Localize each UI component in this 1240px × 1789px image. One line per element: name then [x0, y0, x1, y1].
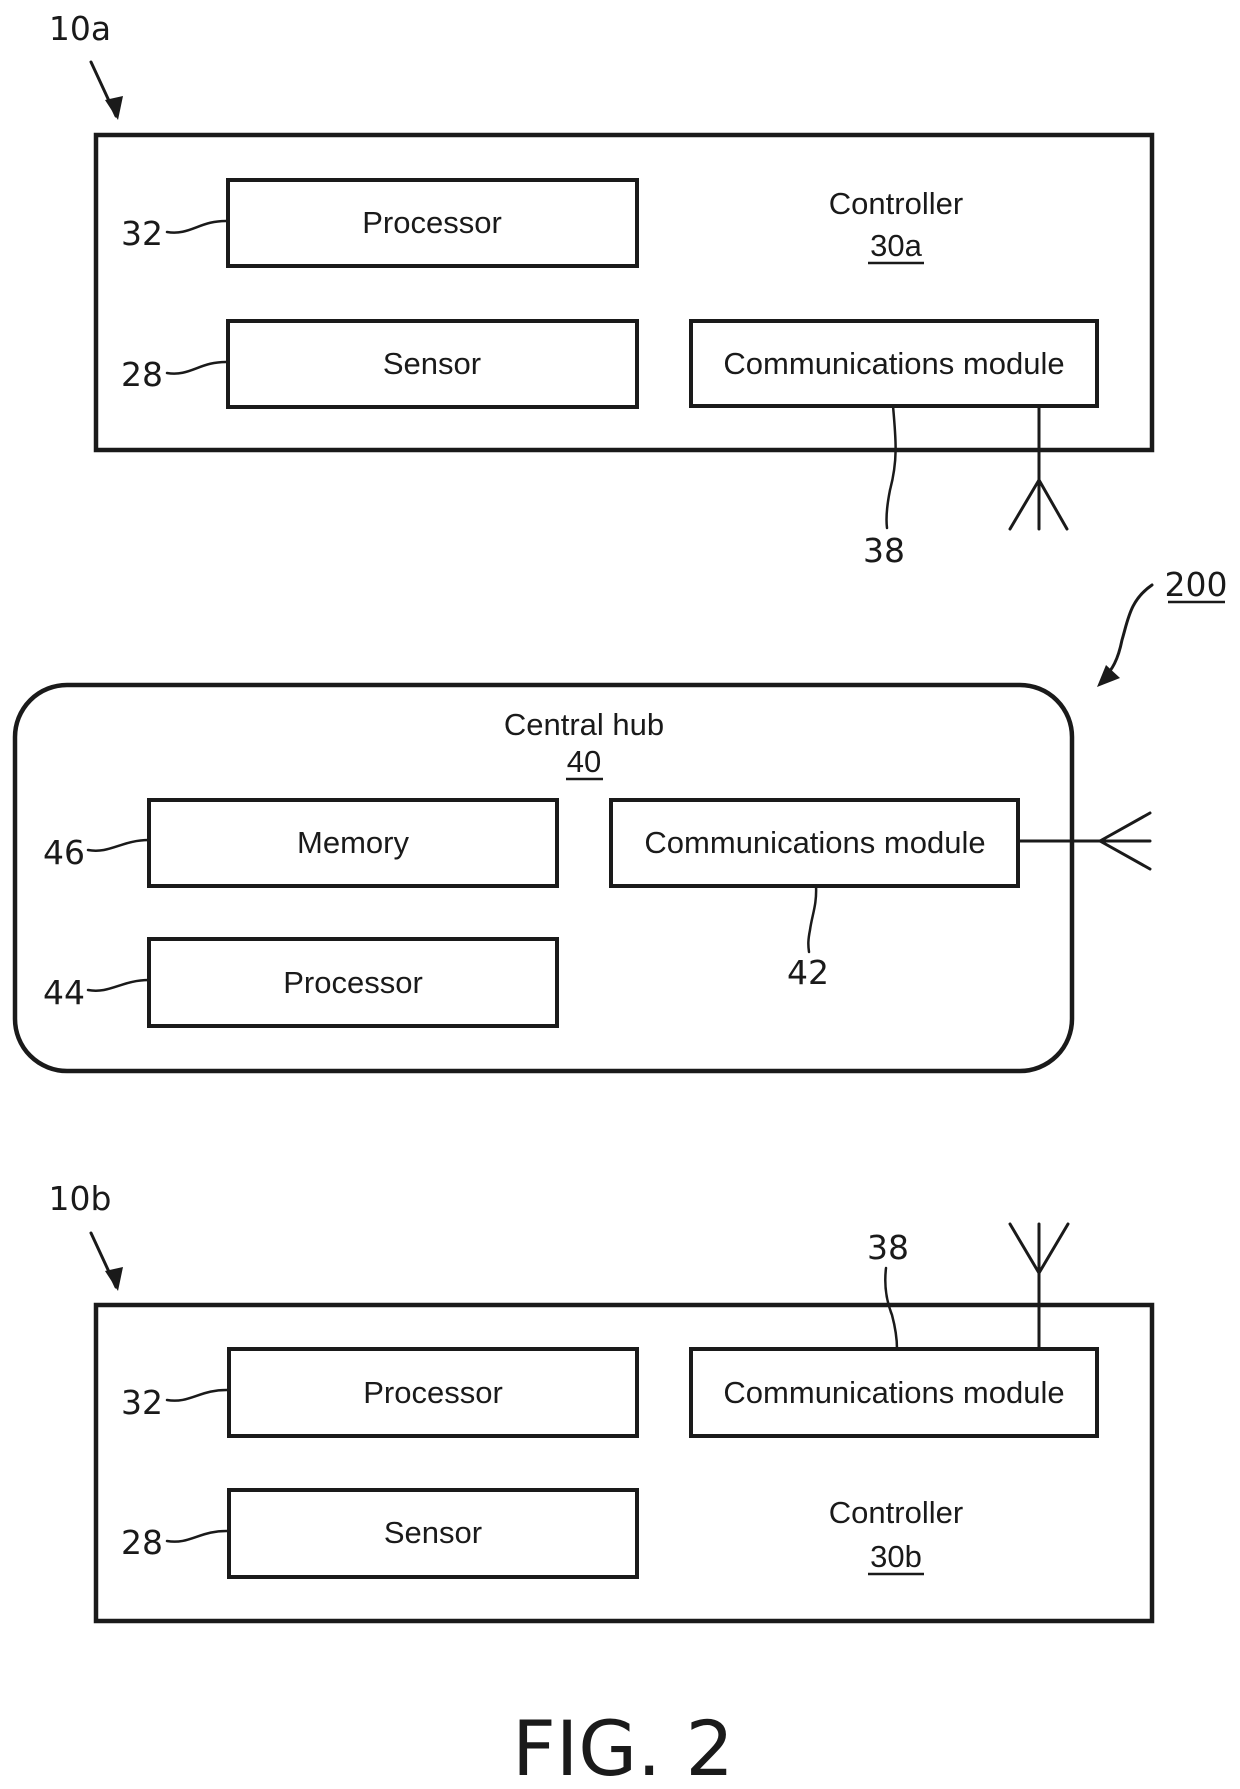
central-hub-title: Central hub: [504, 707, 664, 742]
sensor-28-ref: 28: [121, 1523, 163, 1562]
system-200-ref: 200: [1165, 565, 1228, 604]
comms-module-38-leader: [885, 404, 897, 530]
comms-module-38-label: Communications module: [723, 1375, 1064, 1410]
block-diagram: 10a Controller 30a Processor 32 Sensor 2…: [12, 9, 1228, 1789]
sensor-28-ref: 28: [121, 355, 163, 394]
device-10a-ref: 10a: [49, 9, 111, 48]
controller-30a-ref: 30a: [870, 228, 922, 263]
comms-module-42-leader: [807, 884, 818, 954]
processor-44-label: Processor: [283, 965, 423, 1000]
sensor-28-label: Sensor: [384, 1515, 482, 1550]
device-10b-arrowhead-icon: [105, 1267, 123, 1291]
processor-44-ref: 44: [43, 973, 85, 1012]
comms-module-38-leader: [884, 1266, 899, 1351]
sensor-28-label: Sensor: [383, 346, 481, 381]
device-10a: 10a Controller 30a Processor 32 Sensor 2…: [49, 9, 1155, 570]
comms-module-42-label: Communications module: [644, 825, 985, 860]
central-hub-40: Central hub 40 Memory 46 Processor 44 Co…: [12, 682, 1152, 1074]
processor-32-ref: 32: [121, 214, 163, 253]
antenna-icon: [1016, 811, 1152, 871]
controller-30b-ref: 30b: [870, 1539, 922, 1574]
comms-module-38-ref: 38: [867, 1228, 909, 1267]
central-hub-ref: 40: [567, 744, 601, 779]
comms-module-42-ref: 42: [787, 953, 829, 992]
antenna-icon: [1008, 1222, 1070, 1351]
controller-30a-title: Controller: [829, 186, 963, 221]
processor-32-leader: [165, 219, 230, 234]
comms-module-38-ref: 38: [863, 531, 905, 570]
system-200: 200: [1097, 565, 1228, 687]
sensor-28-leader: [165, 360, 230, 375]
device-10a-arrowhead-icon: [105, 96, 123, 120]
system-200-arrow-icon: [1102, 583, 1154, 680]
comms-module-38-label: Communications module: [723, 346, 1064, 381]
processor-44-leader: [86, 978, 151, 992]
device-10b-ref: 10b: [49, 1179, 112, 1218]
controller-30b-title: Controller: [829, 1495, 963, 1530]
processor-32-leader: [165, 1388, 231, 1402]
antenna-icon: [1008, 404, 1069, 531]
processor-32-ref: 32: [121, 1383, 163, 1422]
memory-46-ref: 46: [43, 833, 85, 872]
sensor-28-leader: [165, 1529, 231, 1543]
processor-32-label: Processor: [362, 205, 502, 240]
memory-46-label: Memory: [297, 825, 409, 860]
figure-caption: FIG. 2: [512, 1704, 734, 1789]
memory-46-leader: [86, 838, 151, 852]
device-10b: 10b Processor 32 Sensor 28 Communication…: [49, 1179, 1155, 1624]
processor-32-label: Processor: [363, 1375, 503, 1410]
system-200-arrowhead-icon: [1097, 665, 1120, 687]
